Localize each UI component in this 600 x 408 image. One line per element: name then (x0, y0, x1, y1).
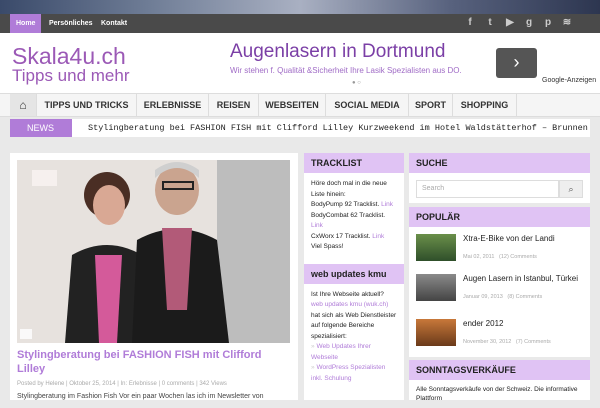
topnav-home[interactable]: Home (10, 14, 42, 33)
search-heading: SUCHE (409, 153, 590, 173)
webupdates-link[interactable]: web updates kmu (wuk.ch) (311, 301, 388, 308)
news-ticker: NEWS Stylingberatung bei FASHION FISH mi… (10, 119, 590, 137)
popular-meta: Januar 09, 2013 (8) Comments (463, 294, 543, 300)
popular-item[interactable]: ender 2012 November 30, 2012 (7) Comment… (416, 319, 586, 353)
ad-title[interactable]: Augenlasern in Dortmund (230, 41, 445, 63)
post-meta: Posted by Helene | Oktober 25, 2014 | In… (17, 381, 227, 387)
popular-title[interactable]: Augen Lasern in Istanbul, Türkei (463, 274, 583, 284)
webupdates-body: Ist Ihre Webseite aktuell? web updates k… (304, 284, 404, 391)
popular-heading: POPULÄR (409, 207, 590, 227)
middle-sidebar: TRACKLIST Höre doch mal in die neue List… (304, 153, 404, 400)
youtube-icon[interactable]: ▶ (503, 16, 517, 30)
tracklist-link[interactable]: Link (311, 222, 323, 229)
popular-thumb[interactable] (416, 234, 456, 261)
top-navigation: Home Persönliches Kontakt f t ▶ g p ≋ (0, 14, 600, 33)
popular-meta: Mai 02, 2011 (12) Comments (463, 254, 537, 260)
tracklist-link[interactable]: Link (381, 201, 393, 208)
popular-item[interactable]: Augen Lasern in Istanbul, Türkei Januar … (416, 274, 586, 308)
home-icon[interactable]: ⌂ (10, 94, 37, 116)
webupdates-item[interactable]: WordPress Spezialisten inkl. Schulung (311, 364, 385, 382)
tracklist-link[interactable]: Link (372, 233, 384, 240)
featured-post: Stylingberatung bei FASHION FISH mit Cli… (10, 153, 298, 400)
nav-shopping[interactable]: SHOPPING (453, 94, 517, 116)
site-header: Skala4u.ch Tipps und mehr Augenlasern in… (0, 33, 600, 93)
pinterest-icon[interactable]: p (541, 16, 555, 30)
popular-item[interactable]: Xtra-E-Bike von der Landi Mai 02, 2011 (… (416, 234, 586, 268)
post-excerpt: Stylingberatung im Fashion Fish Vor ein … (17, 393, 264, 400)
topnav-kontakt[interactable]: Kontakt (95, 14, 133, 33)
ad-provider-label[interactable]: Google-Anzeigen (542, 77, 596, 84)
bullet-icon: » (311, 364, 315, 371)
ad-next-button[interactable]: › (496, 48, 537, 78)
tracklist-heading: TRACKLIST (304, 153, 404, 173)
main-navigation: ⌂ TIPPS UND TRICKS ERLEBNISSE REISEN WEB… (0, 93, 600, 117)
news-label: NEWS (10, 119, 72, 137)
webupdates-text: Ist Ihre Webseite aktuell? (311, 290, 384, 298)
tracklist-entry: BodyPump 92 Tracklist. (311, 201, 380, 208)
sonntag-widget: SONNTAGSVERKÄUFE Alle Sonntagsverkäufe v… (409, 360, 590, 402)
popular-thumb[interactable] (416, 319, 456, 346)
tracklist-entry: CxWorx 17 Tracklist. (311, 232, 371, 240)
nav-erlebnisse[interactable]: ERLEBNISSE (137, 94, 209, 116)
site-logo-tagline[interactable]: Tipps und mehr (12, 66, 129, 86)
search-widget: SUCHE Search ⌕ (409, 153, 590, 203)
popular-title[interactable]: Xtra-E-Bike von der Landi (463, 234, 583, 244)
nav-social-media[interactable]: SOCIAL MEDIA (326, 94, 409, 116)
popular-meta: November 30, 2012 (7) Comments (463, 339, 551, 345)
search-icon[interactable]: ⌕ (559, 180, 583, 198)
popular-thumb[interactable] (416, 274, 456, 301)
search-input[interactable]: Search (416, 180, 559, 198)
nav-sport[interactable]: SPORT (409, 94, 453, 116)
tracklist-entry: BodyCombat 62 Tracklist. (311, 211, 386, 219)
tracklist-body: Höre doch mal in die neue Liste hinein: … (304, 173, 404, 259)
google-plus-icon[interactable]: g (522, 16, 536, 30)
bullet-icon: » (311, 343, 315, 350)
tracklist-outro: Viel Spass! (311, 243, 344, 250)
ad-subtitle[interactable]: Wir stehen f. Qualität &Sicherheit Ihre … (230, 66, 462, 75)
ad-carousel-dots[interactable]: ● ○ (352, 80, 361, 86)
webupdates-text: hat sich als Web Dienstleister auf folge… (311, 311, 397, 340)
tracklist-intro: Höre doch mal in die neue Liste hinein: (311, 180, 387, 198)
popular-widget: POPULÄR Xtra-E-Bike von der Landi Mai 02… (409, 207, 590, 357)
post-image[interactable] (17, 160, 290, 343)
sonntag-text: Alle Sonntagsverkäufe von der Schweiz. D… (416, 386, 578, 402)
twitter-icon[interactable]: t (483, 16, 497, 30)
popular-title[interactable]: ender 2012 (463, 319, 583, 329)
nav-reisen[interactable]: REISEN (209, 94, 259, 116)
post-title[interactable]: Stylingberatung bei FASHION FISH mit Cli… (17, 348, 287, 376)
webupdates-heading: web updates kmu (304, 263, 404, 284)
sonntag-heading: SONNTAGSVERKÄUFE (409, 360, 590, 380)
nav-webseiten[interactable]: WEBSEITEN (259, 94, 326, 116)
facebook-icon[interactable]: f (463, 16, 477, 30)
topnav-persoenliches[interactable]: Persönliches (43, 14, 99, 33)
rss-icon[interactable]: ≋ (560, 16, 574, 30)
nav-tipps-und-tricks[interactable]: TIPPS UND TRICKS (37, 94, 137, 116)
top-banner-image (0, 0, 600, 14)
webupdates-item[interactable]: Web Updates Ihrer Webseite (311, 343, 371, 361)
news-ticker-text[interactable]: Stylingberatung bei FASHION FISH mit Cli… (88, 119, 590, 137)
